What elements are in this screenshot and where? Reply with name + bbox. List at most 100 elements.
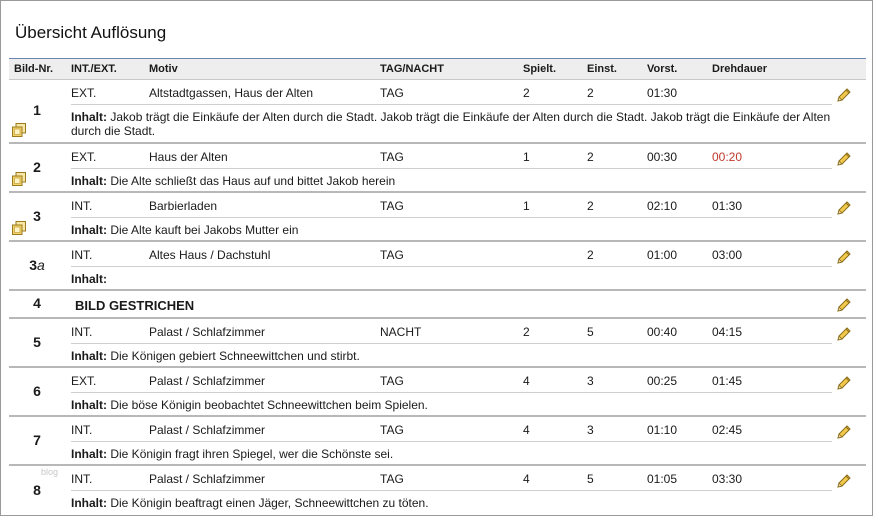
vorst-value: 01:05 — [647, 472, 678, 486]
tag-nacht-value: TAG — [380, 199, 404, 213]
table-row: 3 INT. Barbierladen TAG 1 2 02:10 01:30 … — [9, 193, 866, 242]
col-bild-nr: Bild-Nr. — [14, 63, 54, 75]
scene-details: EXT. Palast / Schlafzimmer TAG 4 3 00:25… — [71, 368, 832, 393]
inhalt-text: Jakob trägt die Einkäufe der Alten durch… — [71, 110, 831, 138]
inhalt-text: Die Königin fragt ihren Spiegel, wer die… — [110, 447, 394, 461]
vorst-value: 01:30 — [647, 86, 678, 100]
einst-value: 5 — [587, 472, 594, 486]
spielt-value: 4 — [523, 423, 530, 437]
col-spielt: Spielt. — [523, 63, 557, 75]
spielt-value: 1 — [523, 150, 530, 164]
scene-number-value: 8 — [33, 482, 41, 498]
int-ext-value: EXT. — [71, 86, 97, 100]
drehdauer-value: 03:00 — [712, 248, 743, 262]
drehdauer-value: 01:45 — [712, 374, 743, 388]
edit-pencil-icon[interactable] — [835, 86, 853, 104]
scene-number: 5 — [9, 334, 65, 350]
spielt-value: 1 — [523, 199, 530, 213]
spielt-value: 4 — [523, 374, 530, 388]
tag-nacht-value: TAG — [380, 472, 404, 486]
edit-pencil-icon[interactable] — [835, 150, 853, 168]
inhalt-label: Inhalt: — [71, 398, 107, 412]
table-row: 6 EXT. Palast / Schlafzimmer TAG 4 3 00:… — [9, 368, 866, 417]
einst-value: 2 — [587, 248, 594, 262]
edit-pencil-icon[interactable] — [835, 325, 853, 343]
vorst-value: 00:30 — [647, 150, 678, 164]
scene-number-value: 5 — [33, 334, 41, 350]
scene-details: INT. Palast / Schlafzimmer NACHT 2 5 00:… — [71, 319, 832, 344]
int-ext-value: INT. — [71, 423, 93, 437]
scene-content: Inhalt: Die Königin beaftragt einen Jäge… — [71, 496, 836, 510]
table-row: 4 BILD GESTRICHEN — [9, 291, 866, 319]
inhalt-text: Die Königin beaftragt einen Jäger, Schne… — [110, 496, 429, 510]
inhalt-label: Inhalt: — [71, 110, 107, 124]
motiv-value: Palast / Schlafzimmer — [149, 374, 266, 388]
scene-number: 3a — [9, 257, 65, 273]
inhalt-label: Inhalt: — [71, 223, 107, 237]
scene-number: 6 — [9, 383, 65, 399]
edit-pencil-icon[interactable] — [835, 248, 853, 266]
scene-details: INT. Barbierladen TAG 1 2 02:10 01:30 — [71, 193, 832, 218]
inhalt-text: Die Alte schließt das Haus auf und bitte… — [110, 174, 396, 188]
scene-number: 8 — [9, 482, 65, 498]
int-ext-value: INT. — [71, 199, 93, 213]
col-tag-nacht: TAG/NACHT — [380, 63, 444, 75]
inhalt-label: Inhalt: — [71, 496, 107, 510]
scene-number-value: 3 — [29, 257, 37, 273]
edit-pencil-icon[interactable] — [835, 472, 853, 490]
col-vorst: Vorst. — [647, 63, 678, 75]
scene-number-suffix: a — [37, 257, 45, 273]
einst-value: 2 — [587, 150, 594, 164]
app-window: Übersicht Auflösung Bild-Nr. INT./EXT. M… — [0, 0, 873, 516]
edit-pencil-icon[interactable] — [835, 199, 853, 217]
scene-content: Inhalt: Die Königin fragt ihren Spiegel,… — [71, 447, 836, 461]
spielt-value: 2 — [523, 86, 530, 100]
table-row: 1 EXT. Altstadtgassen, Haus der Alten TA… — [9, 80, 866, 144]
copy-icon[interactable] — [11, 122, 27, 138]
scene-number-value: 2 — [33, 159, 41, 175]
vorst-value: 00:40 — [647, 325, 678, 339]
scene-number: 1 — [9, 102, 65, 118]
motiv-value: Haus der Alten — [149, 150, 228, 164]
col-einst: Einst. — [587, 63, 617, 75]
vorst-value: 01:10 — [647, 423, 678, 437]
scene-content: Inhalt: Die Alte schließt das Haus auf u… — [71, 174, 836, 188]
scene-details: INT. Palast / Schlafzimmer TAG 4 5 01:05… — [71, 466, 832, 491]
drehdauer-value: 03:30 — [712, 472, 743, 486]
spielt-value: 4 — [523, 472, 530, 486]
tag-nacht-value: TAG — [380, 374, 404, 388]
edit-pencil-icon[interactable] — [835, 423, 853, 441]
inhalt-text: Die böse Königin beobachtet Schneewittch… — [110, 398, 428, 412]
copy-icon[interactable] — [11, 171, 27, 187]
col-motiv: Motiv — [149, 63, 178, 75]
drehdauer-value: 00:20 — [712, 150, 743, 164]
int-ext-value: EXT. — [71, 374, 97, 388]
einst-value: 5 — [587, 325, 594, 339]
scene-number: 4 — [9, 295, 65, 311]
scene-content: Inhalt: Die Alte kauft bei Jakobs Mutter… — [71, 223, 836, 237]
scene-number-value: 3 — [33, 208, 41, 224]
motiv-value: Barbierladen — [149, 199, 218, 213]
drehdauer-value: 04:15 — [712, 325, 743, 339]
col-drehdauer: Drehdauer — [712, 63, 768, 75]
scene-content: Inhalt: Jakob trägt die Einkäufe der Alt… — [71, 110, 836, 138]
edit-pencil-icon[interactable] — [835, 296, 853, 314]
einst-value: 3 — [587, 374, 594, 388]
scene-struck-label: BILD GESTRICHEN — [75, 298, 195, 313]
motiv-value: Palast / Schlafzimmer — [149, 325, 266, 339]
drehdauer-value: 02:45 — [712, 423, 743, 437]
scene-content: Inhalt: — [71, 272, 836, 286]
table-row: 7 INT. Palast / Schlafzimmer TAG 4 3 01:… — [9, 417, 866, 466]
scene-number: 7 — [9, 432, 65, 448]
copy-icon[interactable] — [11, 220, 27, 236]
motiv-value: Palast / Schlafzimmer — [149, 472, 266, 486]
einst-value: 2 — [587, 86, 594, 100]
table-row: 5 INT. Palast / Schlafzimmer NACHT 2 5 0… — [9, 319, 866, 368]
spielt-value: 2 — [523, 325, 530, 339]
scene-table: Bild-Nr. INT./EXT. Motiv TAG/NACHT Spiel… — [9, 58, 866, 515]
edit-pencil-icon[interactable] — [835, 374, 853, 392]
vorst-value: 02:10 — [647, 199, 678, 213]
table-row: 8 INT. Palast / Schlafzimmer TAG 4 5 01:… — [9, 466, 866, 515]
inhalt-label: Inhalt: — [71, 349, 107, 363]
vorst-value: 01:00 — [647, 248, 678, 262]
